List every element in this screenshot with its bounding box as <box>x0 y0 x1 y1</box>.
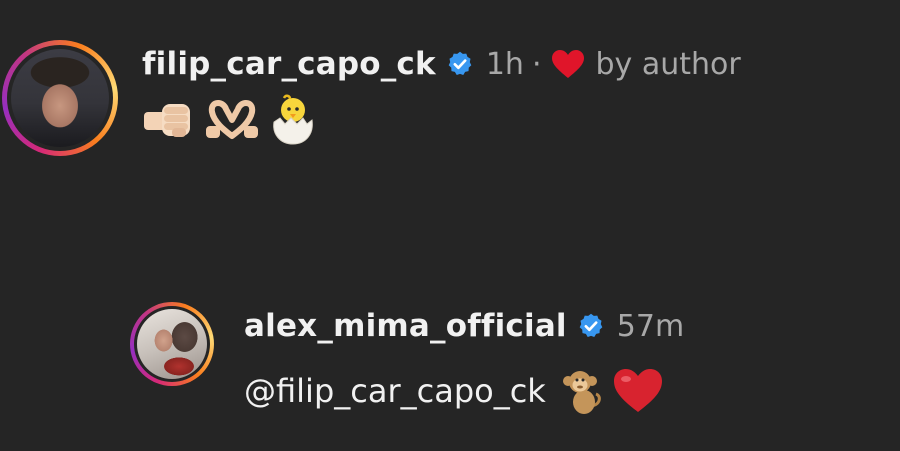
story-ring[interactable] <box>130 302 214 386</box>
comment-thread: filip_car_capo_ck 1h · by author alex_mi… <box>0 0 900 451</box>
monkey-emoji <box>562 371 601 414</box>
hatching-chick-emoji <box>273 94 313 145</box>
comment-text <box>142 94 741 146</box>
reply-comment: alex_mima_official 57m @filip_car_capo_c… <box>130 302 684 416</box>
heart-hands-emoji <box>206 100 258 139</box>
verified-badge-icon <box>448 51 472 75</box>
avatar[interactable] <box>137 309 207 379</box>
fist-bump-emoji <box>144 104 190 137</box>
verified-badge-icon <box>579 313 603 337</box>
reply-text: @filip_car_capo_ck <box>244 366 684 416</box>
reply-meta: alex_mima_official 57m <box>244 304 684 348</box>
username-link[interactable]: filip_car_capo_ck <box>142 46 436 82</box>
red-heart-emoji <box>613 369 662 412</box>
timestamp: 1h <box>485 46 524 82</box>
mention-link[interactable]: @filip_car_capo_ck <box>244 372 546 410</box>
comment: filip_car_capo_ck 1h · by author <box>2 40 741 156</box>
story-ring[interactable] <box>2 40 118 156</box>
avatar[interactable] <box>11 49 109 147</box>
liked-by-author-label: by author <box>595 46 741 82</box>
username-link[interactable]: alex_mima_official <box>244 308 567 344</box>
comment-meta: filip_car_capo_ck 1h · by author <box>142 42 741 86</box>
separator: · <box>531 46 542 82</box>
timestamp: 57m <box>616 308 685 344</box>
heart-icon <box>552 50 585 78</box>
